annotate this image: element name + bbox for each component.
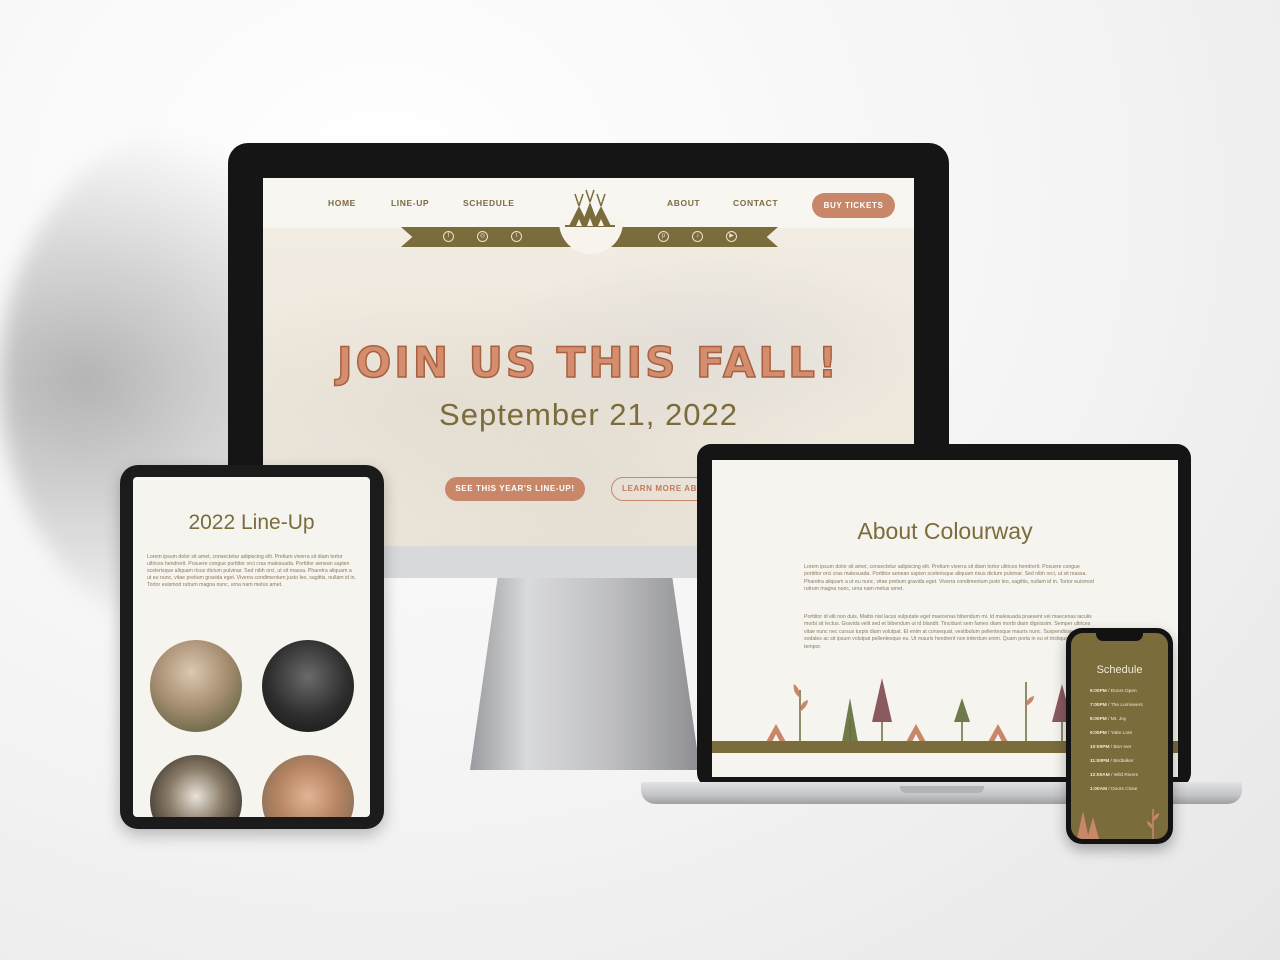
- facebook-icon[interactable]: f: [443, 231, 454, 242]
- instagram-icon[interactable]: ◎: [477, 231, 488, 242]
- schedule-row: 6:00PM / Doors Open: [1090, 689, 1137, 694]
- nav-home[interactable]: HOME: [328, 198, 356, 208]
- artist-photo-1[interactable]: [150, 640, 242, 732]
- nav-lineup[interactable]: LINE-UP: [391, 198, 429, 208]
- phone-notch: [1096, 633, 1143, 641]
- lineup-paragraph: Lorem ipsum dolor sit amet, consectetur …: [147, 554, 356, 588]
- about-title: About Colourway: [857, 518, 1033, 544]
- phone-tree-illustration: [1077, 809, 1159, 839]
- schedule-title: Schedule: [1096, 664, 1143, 676]
- youtube-icon[interactable]: ▶: [726, 231, 737, 242]
- twitter-icon[interactable]: t: [511, 231, 522, 242]
- nav-contact[interactable]: CONTACT: [733, 198, 778, 208]
- schedule-row: 1:00AM / Doors Close: [1090, 787, 1138, 792]
- hero-date: September 21, 2022: [439, 397, 738, 432]
- schedule-row: 10:00PM / Bon Iver: [1090, 745, 1132, 750]
- teepee-logo-icon[interactable]: [561, 188, 619, 228]
- nav-schedule[interactable]: SCHEDULE: [463, 198, 515, 208]
- schedule-row: 8:00PM / Mt. Joy: [1090, 717, 1127, 722]
- artist-photo-2[interactable]: [262, 640, 354, 732]
- see-lineup-button[interactable]: SEE THIS YEAR'S LINE-UP!: [445, 477, 585, 501]
- nav-about[interactable]: ABOUT: [667, 198, 700, 208]
- laptop-lid-notch: [900, 786, 984, 793]
- schedule-row: 9:00PM / Yoke Lore: [1090, 731, 1133, 736]
- tablet-website-screen: 2022 Line-Up Lorem ipsum dolor sit amet,…: [133, 477, 370, 817]
- about-paragraph-1: Lorem ipsum dolor sit amet, consectetur …: [804, 564, 1094, 593]
- tiktok-icon[interactable]: ♪: [692, 231, 703, 242]
- imac-stand: [470, 578, 700, 770]
- phone-schedule-screen: Schedule 6:00PM / Doors Open 7:00PM / Th…: [1071, 633, 1168, 839]
- schedule-row: 7:00PM / The Lumineers: [1090, 703, 1143, 708]
- pinterest-icon[interactable]: p: [658, 231, 669, 242]
- schedule-row: 12:00AM / Wild Rivers: [1090, 773, 1138, 778]
- hero-title: JOIN US THIS FALL!: [336, 337, 841, 388]
- buy-tickets-button[interactable]: BUY TICKETS: [812, 193, 895, 218]
- artist-photo-3[interactable]: [150, 755, 242, 817]
- about-paragraph-2: Porttitor id elit non duis. Mattis nisl …: [804, 614, 1092, 650]
- artist-photo-4[interactable]: [262, 755, 354, 817]
- lineup-title: 2022 Line-Up: [188, 511, 315, 534]
- schedule-row: 11:00PM / Birdtalker: [1090, 759, 1134, 764]
